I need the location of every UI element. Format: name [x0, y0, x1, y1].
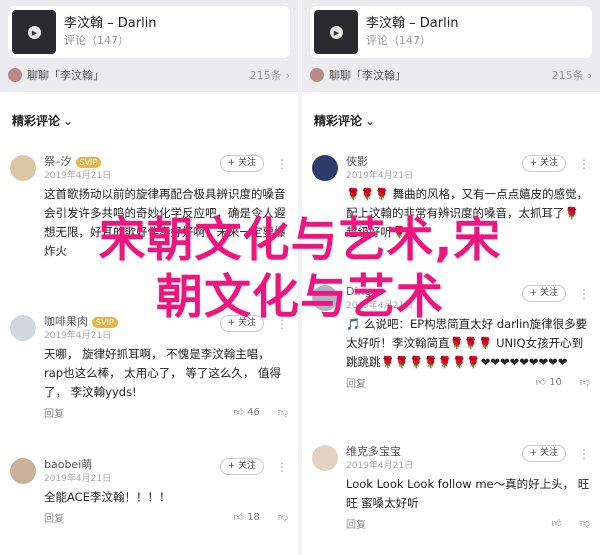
avatar[interactable] [312, 155, 338, 181]
like-icon: 👍︎ [535, 377, 546, 388]
follow-button[interactable]: + 关注 [521, 155, 566, 172]
album-cover[interactable]: ▶ [314, 10, 358, 54]
follow-button[interactable]: + 关注 [219, 155, 264, 172]
chat-label: 聊聊「李汶翰」 [27, 69, 104, 82]
avatar [310, 68, 324, 82]
list-item: baobei萌 2019年4月21日 + 关注 ⋮ 全能ACE李汶翰！！！！ 回… [10, 458, 288, 525]
comment-text: 天哪， 旋律好抓耳啊， 不愧是李汶翰主唱， rap也这么棒， 太用心了， 等了这… [44, 347, 282, 399]
comment-text: 全能ACE李汶翰！！！！ [44, 490, 171, 504]
dislike-icon[interactable]: 👎︎ [278, 511, 288, 523]
song-card[interactable]: ▶ 李汶翰 – Darlin 评论（147） [8, 6, 290, 58]
reply-button[interactable]: 回复 [44, 510, 64, 525]
user-name[interactable]: 祭–汐 [44, 155, 72, 169]
timestamp: 2019年4月21日 [44, 474, 112, 484]
dislike-icon[interactable]: 👎︎ [278, 406, 288, 418]
reply-button[interactable]: 回复 [44, 405, 64, 420]
chat-bar[interactable]: 聊聊「李汶翰」 215条 › [8, 64, 290, 86]
overlay-line-2: 朝文化与艺术 [156, 270, 444, 325]
song-title: 李汶翰 – Darlin [366, 16, 459, 31]
album-cover[interactable]: ▶ [12, 10, 56, 54]
header-area: ▶ 李汶翰 – Darlin 评论（147） 聊聊「李汶翰」 215条 › [0, 0, 298, 92]
list-item: 咖啡果肉 SVIP 2019年4月21日 + 关注 ⋮ 天哪， 旋律好抓耳啊， 不… [10, 315, 288, 420]
play-icon[interactable]: ▶ [28, 26, 41, 39]
more-icon[interactable]: ⋮ [578, 155, 590, 173]
user-name[interactable]: 维克多宝宝 [346, 445, 401, 459]
section-title[interactable]: 精彩评论 ⌄ [12, 112, 73, 129]
timestamp: 2019年4月21日 [346, 171, 414, 181]
section-title-label: 精彩评论 [314, 114, 363, 128]
overlay-title: 宋朝文化与艺术,宋 朝文化与艺术 [0, 212, 600, 326]
like-count: 10 [549, 377, 562, 388]
play-icon[interactable]: ▶ [330, 26, 343, 39]
like-button[interactable]: 👍︎ [551, 517, 561, 529]
chevron-right-icon: › [285, 69, 290, 82]
more-icon[interactable]: ⋮ [276, 155, 288, 173]
follow-button[interactable]: + 关注 [219, 458, 264, 475]
song-title: 李汶翰 – Darlin [64, 16, 157, 31]
svip-badge: SVIP [75, 156, 102, 168]
like-button[interactable]: 👍︎ 46 [233, 406, 259, 418]
chat-count: 215条 [249, 69, 282, 82]
like-icon: 👍︎ [233, 512, 244, 523]
avatar[interactable] [312, 445, 338, 471]
chat-bar[interactable]: 聊聊「李汶翰」 215条 › [310, 64, 592, 86]
comment-count: 评论（147） [64, 34, 129, 47]
reply-button[interactable]: 回复 [346, 516, 366, 531]
more-icon[interactable]: ⋮ [276, 458, 288, 476]
list-item: 维克多宝宝 2019年4月21日 + 关注 ⋮ Look Look Look f… [312, 445, 590, 531]
like-icon: 👍︎ [233, 407, 244, 418]
timestamp: 2019年4月21日 [44, 331, 112, 341]
section-title-label: 精彩评论 [12, 114, 61, 128]
section-title[interactable]: 精彩评论 ⌄ [314, 112, 375, 129]
chat-count: 215条 [551, 69, 584, 82]
song-card[interactable]: ▶ 李汶翰 – Darlin 评论（147） [310, 6, 592, 58]
chevron-down-icon: ⌄ [63, 114, 74, 128]
like-button[interactable]: 👍︎ 18 [233, 511, 259, 523]
avatar[interactable] [10, 155, 36, 181]
user-name[interactable]: baobei萌 [44, 458, 92, 472]
comment-text: Look Look Look follow me～真的好上头， 旺旺 蜜嗓太好听 [346, 477, 590, 510]
comment-count: 评论（147） [366, 34, 431, 47]
timestamp: 2019年4月21日 [44, 171, 112, 181]
reply-button[interactable]: 回复 [346, 375, 366, 390]
user-name[interactable]: 俠影 [346, 155, 368, 169]
avatar [8, 68, 22, 82]
like-button[interactable]: 👍︎ 10 [535, 376, 561, 388]
like-count: 46 [247, 407, 260, 418]
header-area: ▶ 李汶翰 – Darlin 评论（147） 聊聊「李汶翰」 215条 › [302, 0, 600, 92]
chat-label: 聊聊「李汶翰」 [329, 69, 406, 82]
chevron-right-icon: › [587, 69, 592, 82]
timestamp: 2019年4月21日 [346, 461, 414, 471]
more-icon[interactable]: ⋮ [578, 445, 590, 463]
overlay-line-1: 宋朝文化与艺术,宋 [98, 213, 502, 268]
like-count: 18 [247, 512, 260, 523]
dislike-icon[interactable]: 👎︎ [580, 376, 590, 388]
follow-button[interactable]: + 关注 [521, 445, 566, 462]
like-icon: 👍︎ [551, 518, 562, 529]
chevron-down-icon: ⌄ [365, 114, 376, 128]
avatar[interactable] [10, 458, 36, 484]
dislike-icon[interactable]: 👎︎ [580, 517, 590, 529]
